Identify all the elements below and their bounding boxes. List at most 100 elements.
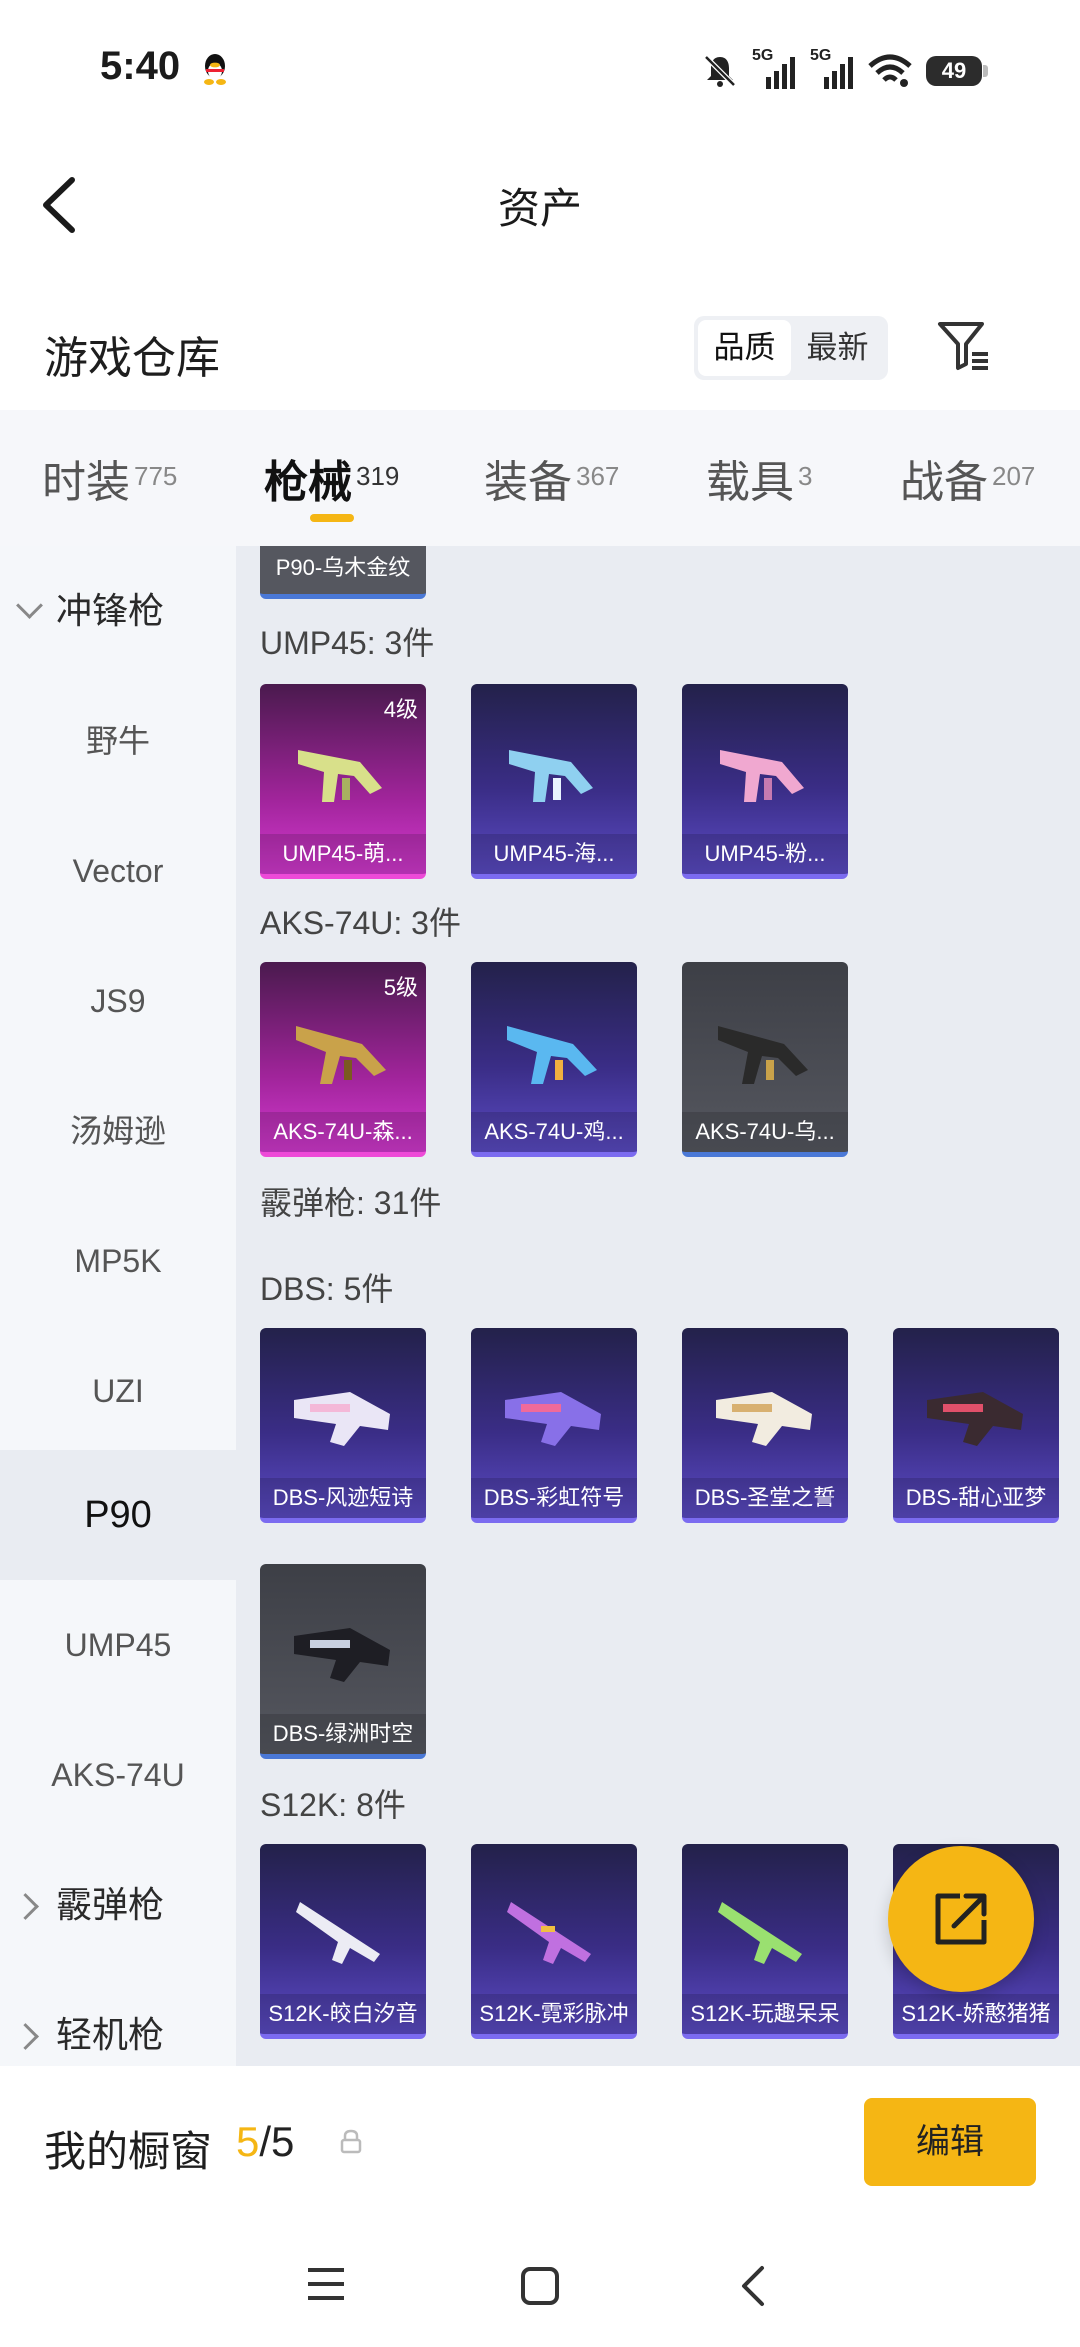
sidebar-item-shotgun[interactable]: 霰弹枪 bbox=[0, 1840, 236, 1970]
chevron-right-icon bbox=[12, 2023, 39, 2050]
sidebar-item-js9[interactable]: JS9 bbox=[0, 936, 236, 1066]
tab-supplies[interactable]: 战备 207 bbox=[900, 446, 1035, 510]
card-label: UMP45-萌... bbox=[260, 834, 426, 874]
gun-icon bbox=[294, 1628, 390, 1682]
gun-icon bbox=[718, 1026, 808, 1084]
weapon-card[interactable]: UMP45-粉... bbox=[682, 684, 848, 879]
weapon-card[interactable]: UMP45-海... bbox=[471, 684, 637, 879]
gun-icon bbox=[927, 1392, 1023, 1446]
gun-icon bbox=[298, 750, 382, 802]
tab-vehicles[interactable]: 载具 3 bbox=[706, 446, 812, 510]
tab-label: 时装 bbox=[42, 458, 130, 507]
sidebar-item-smg[interactable]: 冲锋枪 bbox=[0, 546, 236, 676]
sidebar-item-thompson[interactable]: 汤姆逊 bbox=[0, 1066, 236, 1196]
weapon-card[interactable]: DBS-绿洲时空 bbox=[260, 1564, 426, 1759]
sidebar-item-label: 霰弹枪 bbox=[56, 1884, 165, 1925]
showcase-count: 5/5 bbox=[236, 2118, 294, 2166]
tab-count: 3 bbox=[798, 461, 813, 491]
gun-icon bbox=[296, 1026, 386, 1084]
card-label: S12K-皎白汐音 bbox=[260, 1994, 426, 2034]
gun-icon bbox=[507, 1026, 597, 1084]
weapon-card[interactable]: DBS-甜心亚梦 bbox=[893, 1328, 1059, 1523]
signal-5g-icon: 5G bbox=[752, 47, 796, 91]
warehouse-title: 游戏仓库 bbox=[44, 334, 220, 383]
gun-icon bbox=[296, 1902, 380, 1964]
tab-firearms[interactable]: 枪械 319 bbox=[264, 446, 399, 510]
sidebar-item-mp5k[interactable]: MP5K bbox=[0, 1196, 236, 1326]
bell-muted-icon bbox=[704, 55, 736, 87]
share-fab-button[interactable] bbox=[888, 1846, 1034, 1992]
section-title-ump45: UMP45: 3件 bbox=[260, 625, 435, 661]
card-label: S12K-玩趣呆呆 bbox=[682, 1994, 848, 2034]
card-label: AKS-74U-鸡... bbox=[471, 1112, 637, 1152]
gun-icon bbox=[720, 750, 804, 802]
signal-label: 5G bbox=[752, 47, 774, 64]
card-label: DBS-甜心亚梦 bbox=[893, 1478, 1059, 1518]
showcase-count-total: /5 bbox=[259, 2118, 295, 2165]
status-icons: 5G 5G 49 bbox=[702, 46, 988, 96]
card-label: AKS-74U-乌... bbox=[682, 1112, 848, 1152]
weapon-card[interactable]: 4级 UMP45-萌... bbox=[260, 684, 426, 879]
sidebar-item-aks74u[interactable]: AKS-74U bbox=[0, 1710, 236, 1840]
weapon-type-sidebar: 冲锋枪 野牛 Vector JS9 汤姆逊 MP5K UZI P90 UMP45… bbox=[0, 546, 236, 2066]
sort-newest-button[interactable]: 最新 bbox=[791, 320, 884, 376]
tab-fashion[interactable]: 时装 775 bbox=[42, 446, 177, 510]
sidebar-item-label: 冲锋枪 bbox=[56, 590, 165, 631]
sidebar-item-ump45[interactable]: UMP45 bbox=[0, 1580, 236, 1710]
filter-icon[interactable] bbox=[936, 318, 992, 374]
sidebar-item-p90[interactable]: P90 bbox=[0, 1450, 236, 1580]
showcase-label: 我的橱窗 bbox=[44, 2128, 213, 2175]
sidebar-item-vector[interactable]: Vector bbox=[0, 806, 236, 936]
card-label: UMP45-海... bbox=[471, 834, 637, 874]
gun-icon bbox=[716, 1392, 812, 1446]
card-label: S12K-娇憨猪猪 bbox=[893, 1994, 1059, 2034]
weapon-card[interactable]: AKS-74U-鸡... bbox=[471, 962, 637, 1157]
weapon-card[interactable]: AKS-74U-乌... bbox=[682, 962, 848, 1157]
sort-quality-button[interactable]: 品质 bbox=[698, 320, 791, 376]
tab-count: 207 bbox=[992, 461, 1036, 491]
sidebar-item-bizon[interactable]: 野牛 bbox=[0, 676, 236, 806]
chevron-down-icon bbox=[16, 592, 43, 619]
edit-button[interactable]: 编辑 bbox=[864, 2098, 1036, 2186]
status-time: 5:40 bbox=[100, 44, 181, 88]
share-external-icon bbox=[935, 1893, 987, 1945]
level-badge: 5级 bbox=[383, 975, 418, 1000]
weapon-card[interactable]: DBS-圣堂之誓 bbox=[682, 1328, 848, 1523]
tab-count: 367 bbox=[576, 461, 620, 491]
section-title-aks74u: AKS-74U: 3件 bbox=[260, 905, 461, 941]
card-label: DBS-绿洲时空 bbox=[260, 1714, 426, 1754]
weapon-card[interactable]: S12K-玩趣呆呆 bbox=[682, 1844, 848, 2039]
weapon-card[interactable]: S12K-皎白汐音 bbox=[260, 1844, 426, 2039]
weapon-card[interactable]: S12K-霓彩脉冲 bbox=[471, 1844, 637, 2039]
sidebar-item-uzi[interactable]: UZI bbox=[0, 1326, 236, 1456]
card-label: DBS-风迹短诗 bbox=[260, 1478, 426, 1518]
card-label: AKS-74U-森... bbox=[260, 1112, 426, 1152]
card-label: P90-乌木金纹 bbox=[275, 555, 411, 580]
gun-icon bbox=[294, 1392, 390, 1446]
page-title: 资产 bbox=[497, 185, 582, 232]
weapon-card[interactable]: DBS-彩虹符号 bbox=[471, 1328, 637, 1523]
menu-icon[interactable] bbox=[306, 2266, 346, 2302]
weapon-card[interactable]: 5级 AKS-74U-森... bbox=[260, 962, 426, 1157]
weapon-card-partial[interactable]: P90-乌木金纹 bbox=[260, 546, 426, 599]
weapon-card[interactable]: DBS-风迹短诗 bbox=[260, 1328, 426, 1523]
signal-label-2: 5G bbox=[810, 47, 832, 64]
chevron-right-icon bbox=[12, 1893, 39, 1920]
category-tabs: 时装 775 枪械 319 装备 367 载具 3 战备 207 bbox=[0, 410, 1080, 546]
tab-label: 战备 bbox=[900, 458, 988, 507]
showcase-bar: 我的橱窗 5/5 编辑 bbox=[0, 2066, 1080, 2226]
gun-icon bbox=[505, 1392, 601, 1446]
home-icon[interactable] bbox=[520, 2266, 560, 2306]
system-navigation-bar bbox=[0, 2226, 1080, 2347]
tab-equipment[interactable]: 装备 367 bbox=[484, 446, 619, 510]
card-label: DBS-圣堂之誓 bbox=[682, 1478, 848, 1518]
tab-label: 装备 bbox=[484, 458, 572, 507]
tab-count: 775 bbox=[134, 461, 178, 491]
back-nav-icon[interactable] bbox=[738, 2264, 768, 2308]
wifi-icon bbox=[868, 54, 912, 87]
lock-icon bbox=[340, 2129, 362, 2154]
weapon-grid: P90-乌木金纹 UMP45: 3件 4级 UMP45-萌... UMP45-海… bbox=[236, 546, 1080, 2066]
gun-icon bbox=[507, 1902, 591, 1964]
sort-toggle: 品质 最新 bbox=[694, 316, 888, 380]
battery-indicator: 49 bbox=[926, 56, 988, 86]
